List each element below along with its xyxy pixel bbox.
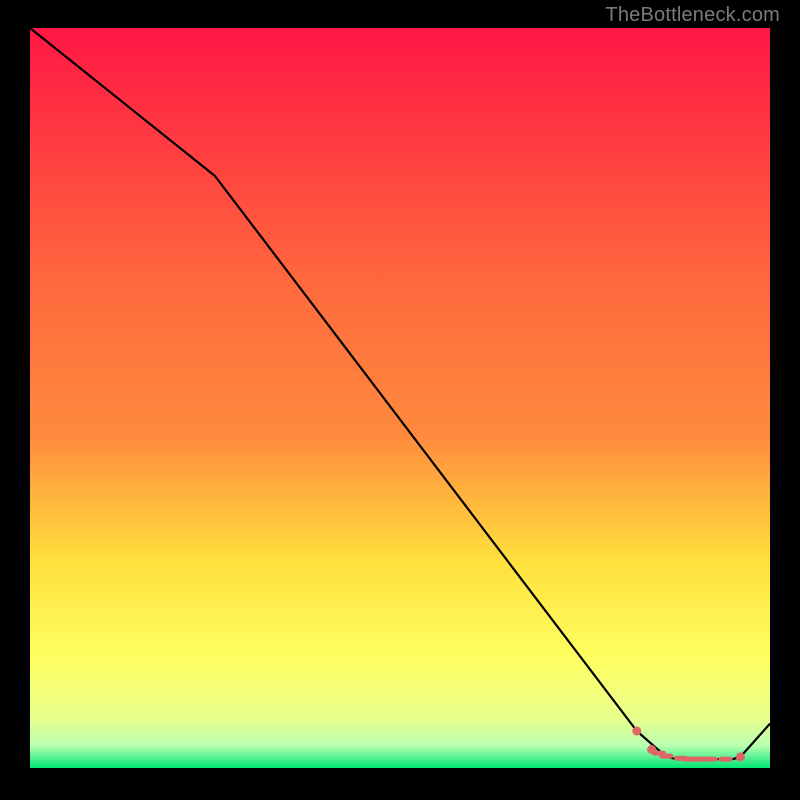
chart-svg [0, 0, 800, 800]
watermark-text: TheBottleneck.com [605, 4, 780, 27]
chart-stage: TheBottleneck.com [0, 0, 800, 800]
